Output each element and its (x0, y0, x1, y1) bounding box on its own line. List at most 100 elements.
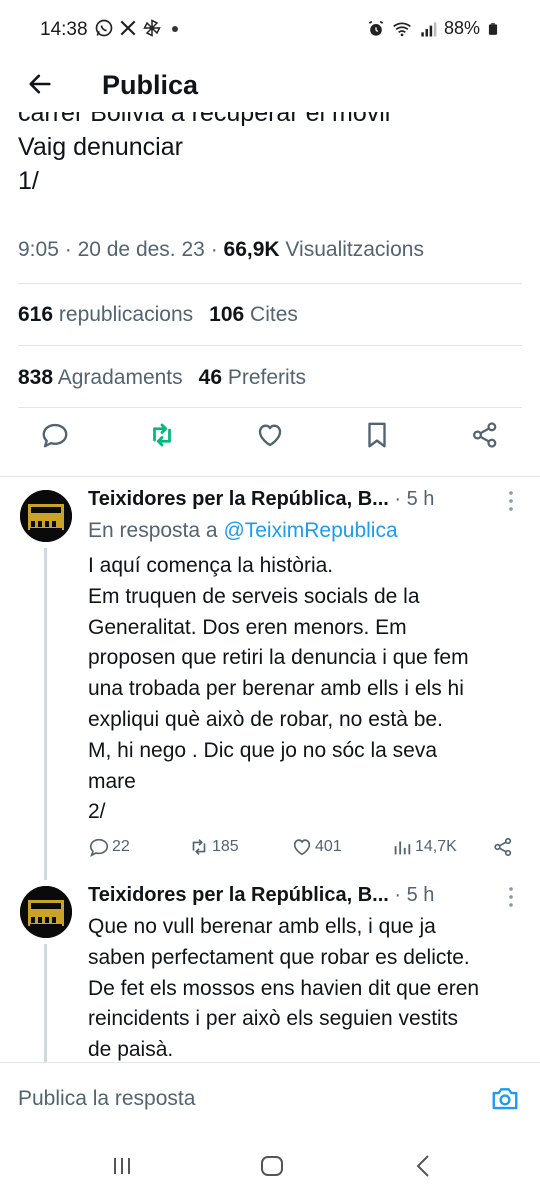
reply-text-line: reincidents i per això els seguien vesti… (88, 1007, 459, 1031)
author-name[interactable]: Teixidores per la República, B... (88, 488, 389, 510)
tweet-text: carrer Bolivia a recuperar el mòvil Vaig… (18, 112, 523, 216)
reply-text-line: M, hi nego . Dic que jo no sóc la seva (88, 738, 438, 762)
reply-input-placeholder[interactable]: Publica la resposta (18, 1087, 195, 1111)
bookmarks-count: 46 (198, 366, 222, 389)
recent-apps-icon[interactable] (108, 1152, 136, 1180)
camera-icon[interactable] (490, 1083, 520, 1113)
likes-count: 838 (18, 366, 54, 389)
reply-composer[interactable]: Publica la resposta (0, 1062, 540, 1128)
status-bar: 14:38 88% (0, 0, 540, 62)
reply-time: · 5 h (394, 488, 435, 510)
status-system-icons: 88% (366, 18, 500, 39)
back-icon[interactable] (410, 1152, 438, 1180)
thread-line (44, 944, 47, 1062)
battery-percent: 88% (443, 18, 480, 38)
reply-text-line: expliqui què això de robar, no està be. (88, 707, 443, 731)
reply-text-line: mare (88, 769, 136, 793)
quotes-stat[interactable]: 106 Cites (209, 303, 298, 326)
repost-icon[interactable] (147, 420, 177, 450)
like-count: 401 (315, 838, 342, 855)
in-reply-prefix: En resposta a (88, 519, 218, 542)
reposts-stat[interactable]: 616 republicacions (18, 303, 193, 326)
reply-text-line: Em truquen de serveis socials de la (88, 584, 420, 608)
top-bar: Publica (0, 62, 540, 112)
tweet-text-line: 1/ (18, 167, 39, 195)
reply-button[interactable]: 22 (88, 836, 130, 858)
page-title: Publica (102, 70, 199, 100)
tweet-action-bar (0, 420, 540, 464)
more-options-icon[interactable] (508, 886, 514, 908)
likes-bookmarks-row: 838 Agradaments 46 Preferits (18, 366, 306, 390)
divider (18, 407, 522, 408)
bookmark-icon[interactable] (362, 420, 392, 450)
alarm-icon (368, 20, 384, 36)
back-arrow-icon[interactable] (26, 70, 54, 98)
quotes-label: Cites (250, 303, 298, 326)
reply-text-line: I aquí comença la història. (88, 554, 334, 577)
views-icon (394, 841, 411, 855)
likes-label: Agradaments (57, 366, 183, 389)
reposts-quotes-row: 616 republicacions 106 Cites (18, 303, 298, 327)
pinwheel-icon (143, 19, 161, 37)
share-icon (494, 837, 512, 857)
reply-tweet[interactable]: Teixidores per la República, B... · 5 h … (0, 476, 540, 886)
tweet-text-line: Vaig denunciar (18, 133, 183, 161)
like-icon[interactable] (255, 420, 285, 450)
more-options-icon[interactable] (508, 490, 514, 512)
tweet-meta: 9:05 · 20 de des. 23 · 66,9K Visualitzac… (18, 238, 424, 262)
x-icon (120, 20, 136, 36)
reply-text-line: 2/ (88, 800, 106, 824)
author-name[interactable]: Teixidores per la República, B... (88, 884, 389, 906)
share-icon[interactable] (470, 420, 500, 450)
home-icon[interactable] (258, 1152, 286, 1180)
meta-separator: · (210, 238, 218, 261)
avatar[interactable] (20, 886, 72, 938)
tweet-date: 20 de des. 23 (77, 238, 205, 261)
reposts-count: 616 (18, 303, 54, 326)
share-button[interactable] (492, 836, 514, 858)
reply-count: 22 (112, 838, 130, 855)
reply-tweet[interactable]: Teixidores per la República, B... · 5 h … (0, 872, 540, 1062)
repost-count: 185 (212, 838, 239, 855)
status-app-icons (94, 18, 162, 38)
divider (18, 283, 522, 284)
views-count: 14,7K (415, 838, 457, 855)
in-reply-to: En resposta a @TeiximRepublica (88, 519, 398, 543)
teixin-logo-icon (20, 886, 72, 938)
tweet-time: 9:05 (18, 238, 59, 261)
reply-header: Teixidores per la República, B... · 5 h (88, 488, 434, 511)
reply-text: Que no vull berenar amb ells, i que ja s… (88, 912, 508, 1066)
tweet-views-count: 66,9K (223, 238, 280, 261)
meta-separator: · (64, 238, 72, 261)
reply-action-bar: 22 185 401 14,7K (88, 836, 528, 860)
reply-icon (89, 838, 109, 857)
status-time: 14:38 (40, 19, 88, 40)
reply-text-line: proposen que retiri la denuncia i que fe… (88, 646, 469, 670)
reply-header: Teixidores per la República, B... · 5 h (88, 884, 434, 907)
repost-button[interactable]: 185 (188, 836, 239, 858)
like-button[interactable]: 401 (291, 836, 342, 858)
reply-time: · 5 h (394, 884, 435, 906)
reposts-label: republicacions (58, 303, 194, 326)
likes-stat[interactable]: 838 Agradaments (18, 366, 183, 389)
reply-text-line: una trobada per berenar amb ells i els h… (88, 677, 464, 701)
whatsapp-icon (95, 19, 113, 37)
bookmarks-label: Preferits (227, 366, 307, 389)
signal-icon (421, 21, 437, 36)
reply-icon[interactable] (40, 420, 70, 450)
reply-text-line: De fet els mossos ens havien dit que ere… (88, 976, 480, 1000)
like-icon (293, 839, 311, 856)
reply-text: I aquí comença la història. Em truquen d… (88, 551, 508, 828)
quotes-count: 106 (209, 303, 245, 326)
views-button[interactable]: 14,7K (391, 836, 457, 858)
in-reply-handle[interactable]: @TeiximRepublica (223, 519, 397, 542)
bookmarks-stat[interactable]: 46 Preferits (199, 366, 306, 389)
reply-text-line: Que no vull berenar amb ells, i que ja (88, 915, 436, 938)
teixin-logo-icon (20, 490, 72, 542)
divider (18, 345, 522, 346)
tweet-views-label[interactable]: Visualitzacions (285, 238, 424, 261)
avatar[interactable] (20, 490, 72, 542)
tweet-text-line: carrer Bolivia a recuperar el mòvil (18, 112, 391, 127)
system-nav-bar (0, 1128, 540, 1200)
battery-icon (488, 22, 498, 35)
